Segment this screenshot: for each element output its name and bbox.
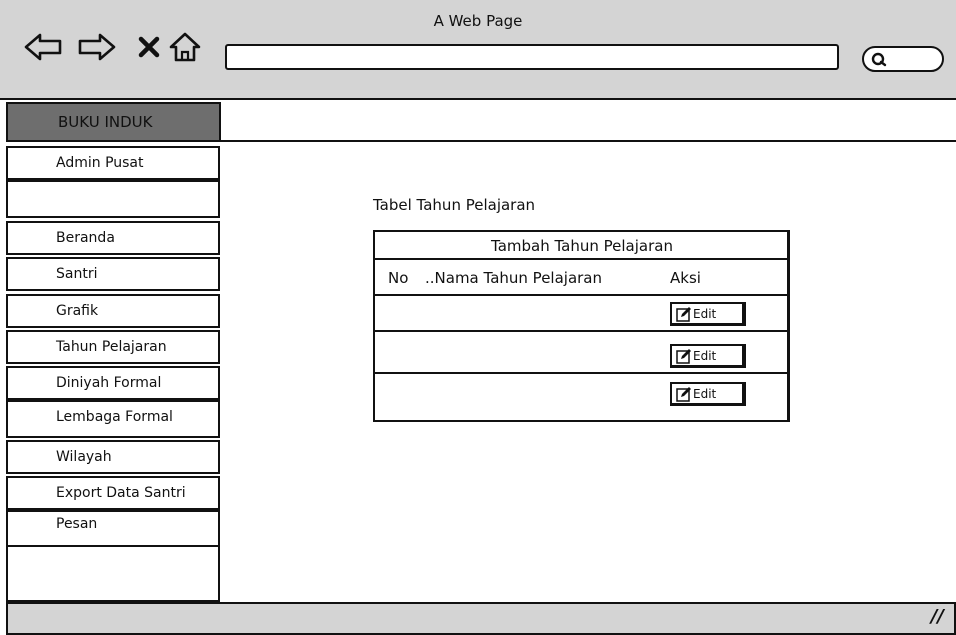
edit-pencil-icon: [676, 386, 691, 402]
table-header-row: No ..Nama Tahun Pelajaran Aksi: [375, 260, 789, 296]
edit-button-label: Edit: [693, 348, 717, 363]
sidebar-item-wilayah[interactable]: Wilayah: [6, 440, 220, 474]
back-arrow-icon: [24, 33, 62, 61]
address-bar[interactable]: [225, 44, 839, 70]
close-icon: [138, 36, 160, 58]
browser-toolbar: A Web Page: [0, 0, 956, 100]
edit-button-label: Edit: [693, 306, 717, 321]
search-button[interactable]: [862, 46, 944, 72]
table-row: Edit: [375, 296, 789, 332]
sidebar-item-diniyah-formal[interactable]: Diniyah Formal: [6, 366, 220, 400]
sidebar-item-blank: [6, 180, 220, 218]
edit-button[interactable]: Edit: [670, 302, 746, 326]
sidebar-item-export-data-santri[interactable]: Export Data Santri: [6, 476, 220, 510]
edit-button-label: Edit: [693, 386, 717, 401]
resize-grip-icon[interactable]: //: [931, 606, 944, 627]
status-bar: //: [6, 602, 956, 635]
column-header-nama: ..Nama Tahun Pelajaran: [425, 269, 603, 287]
column-header-no: No: [388, 269, 409, 287]
sidebar-item-grafik[interactable]: Grafik: [6, 294, 220, 328]
brand-label: BUKU INDUK: [6, 102, 221, 142]
sidebar-item-santri[interactable]: Santri: [6, 257, 220, 291]
column-header-aksi: Aksi: [670, 269, 701, 287]
search-icon: [871, 52, 887, 67]
page-title: Tabel Tahun Pelajaran: [373, 196, 536, 214]
add-tahun-pelajaran-button[interactable]: Tambah Tahun Pelajaran: [375, 232, 789, 260]
forward-arrow-icon: [78, 33, 116, 61]
sidebar-filler: [6, 545, 220, 602]
sidebar-item-pesan[interactable]: Pesan: [6, 510, 220, 547]
sidebar-item-tahun-pelajaran[interactable]: Tahun Pelajaran: [6, 330, 220, 364]
header-divider: [220, 140, 956, 142]
edit-button[interactable]: Edit: [670, 344, 746, 368]
sidebar-item-admin-pusat[interactable]: Admin Pusat: [6, 146, 220, 180]
table-row: Edit: [375, 374, 789, 420]
tahun-pelajaran-table: Tambah Tahun Pelajaran No ..Nama Tahun P…: [373, 230, 790, 422]
edit-pencil-icon: [676, 348, 691, 364]
forward-button[interactable]: [76, 28, 118, 66]
sidebar-item-lembaga-formal[interactable]: Lembaga Formal: [6, 400, 220, 438]
home-icon: [169, 32, 201, 62]
table-row: Edit: [375, 338, 789, 374]
edit-button[interactable]: Edit: [670, 382, 746, 406]
edit-pencil-icon: [676, 306, 691, 322]
sidebar-item-beranda[interactable]: Beranda: [6, 221, 220, 255]
back-button[interactable]: [22, 28, 64, 66]
home-button[interactable]: [164, 28, 206, 66]
